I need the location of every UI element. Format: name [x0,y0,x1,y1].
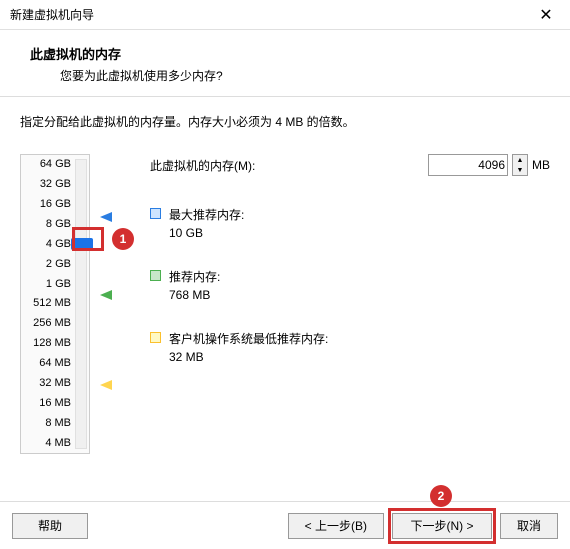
page-subtitle: 您要为此虚拟机使用多少内存? [30,67,540,84]
square-icon [150,208,161,219]
annotation-box-2 [388,508,496,544]
square-icon [150,332,161,343]
max-memory-value: 10 GB [169,224,244,242]
wizard-footer: 帮助 < 上一步(B) 下一步(N) > 2 取消 [0,501,570,549]
annotation-box-1 [72,227,104,251]
scale-labels: 64 GB 32 GB 16 GB 8 GB 4 GB 2 GB 1 GB 51… [23,159,71,449]
max-marker-icon [100,210,114,224]
max-memory-label: 最大推荐内存: [169,206,244,224]
memory-input[interactable] [428,154,508,176]
titlebar: 新建虚拟机向导 ✕ [0,0,570,30]
help-button[interactable]: 帮助 [12,513,88,539]
close-button[interactable]: ✕ [526,1,566,29]
memory-input-label: 此虚拟机的内存(M): [150,157,255,174]
cancel-button[interactable]: 取消 [500,513,558,539]
min-memory-label: 客户机操作系统最低推荐内存: [169,330,328,348]
annotation-badge-1: 1 [112,228,134,250]
memory-slider-panel: 64 GB 32 GB 16 GB 8 GB 4 GB 2 GB 1 GB 51… [20,154,90,454]
square-icon [150,270,161,281]
spin-up-icon[interactable]: ▲ [513,155,527,165]
spin-down-icon[interactable]: ▼ [513,165,527,175]
annotation-badge-2: 2 [430,485,452,507]
wizard-header: 此虚拟机的内存 您要为此虚拟机使用多少内存? [0,30,570,97]
memory-unit: MB [532,158,550,172]
min-memory-value: 32 MB [169,348,328,366]
page-title: 此虚拟机的内存 [30,44,540,63]
recommended-marker-icon [100,288,114,302]
recommended-memory-label: 推荐内存: [169,268,220,286]
min-marker-icon [100,378,114,392]
memory-slider[interactable] [75,159,87,449]
back-button[interactable]: < 上一步(B) [288,513,384,539]
recommended-memory-value: 768 MB [169,286,220,304]
window-title: 新建虚拟机向导 [10,6,94,23]
memory-spinner[interactable]: ▲ ▼ [512,154,528,176]
content-area: 指定分配给此虚拟机的内存量。内存大小必须为 4 MB 的倍数。 64 GB 32… [0,97,570,467]
instruction-text: 指定分配给此虚拟机的内存量。内存大小必须为 4 MB 的倍数。 [20,113,550,130]
